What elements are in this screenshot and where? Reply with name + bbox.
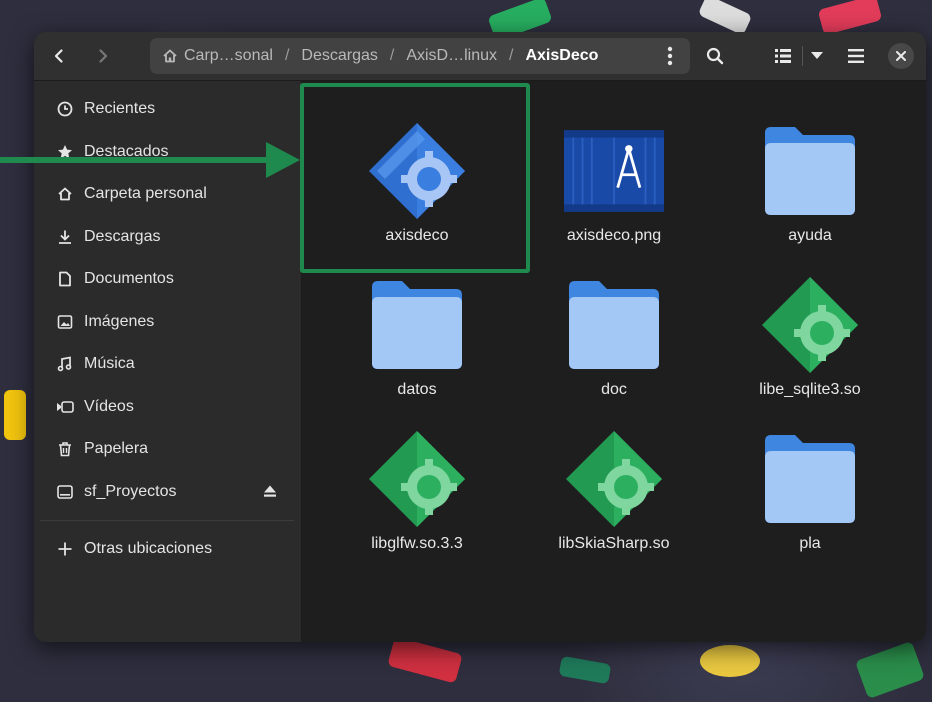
plus-icon — [56, 540, 74, 558]
sidebar-divider — [40, 520, 294, 521]
annotation-arrow — [0, 142, 300, 178]
background-decoration — [387, 636, 463, 684]
folder-icon — [760, 429, 860, 529]
file-item-libe-sqlite3[interactable]: libe_sqlite3.so — [712, 269, 908, 419]
view-options-button[interactable] — [804, 40, 830, 72]
file-item-axisdeco-png[interactable]: axisdeco.png — [516, 115, 712, 265]
sidebar-item-otras-ubicaciones[interactable]: Otras ubicaciones — [34, 529, 301, 569]
library-icon — [564, 429, 664, 529]
sidebar-item-label: Imágenes — [84, 313, 155, 330]
back-button[interactable] — [42, 40, 76, 72]
background-decoration — [854, 640, 926, 700]
search-button[interactable] — [698, 40, 732, 72]
sidebar-item-recientes[interactable]: Recientes — [34, 89, 301, 129]
sidebar-item-label: Documentos — [84, 270, 174, 287]
breadcrumb-home[interactable]: Carp…sonal — [162, 47, 273, 65]
file-item-doc[interactable]: doc — [516, 269, 712, 419]
sidebar-item-descargas[interactable]: Descargas — [34, 217, 301, 257]
kebab-menu-icon — [667, 46, 673, 66]
file-item-libskiasharp[interactable]: libSkiaSharp.so — [516, 423, 712, 573]
sidebar-item-papelera[interactable]: Papelera — [34, 429, 301, 469]
highlight-box — [300, 83, 530, 273]
list-view-icon — [775, 49, 791, 63]
folder-icon — [564, 275, 664, 375]
chevron-right-icon — [99, 49, 108, 63]
close-button[interactable] — [888, 43, 914, 69]
file-name: ayuda — [788, 227, 832, 244]
file-name: doc — [601, 381, 627, 398]
home-icon — [56, 185, 74, 203]
forward-button[interactable] — [86, 40, 120, 72]
file-item-ayuda[interactable]: ayuda — [712, 115, 908, 265]
close-icon — [896, 51, 906, 61]
chevron-left-icon — [54, 49, 63, 63]
sidebar-item-label: Descargas — [84, 228, 161, 245]
background-decoration — [817, 0, 883, 36]
eject-icon[interactable] — [263, 484, 277, 503]
sidebar-item-imagenes[interactable]: Imágenes — [34, 302, 301, 342]
file-name: datos — [397, 381, 437, 398]
path-bar: Carp…sonal / Descargas / AxisD…linux / A… — [150, 38, 690, 74]
file-name: libglfw.so.3.3 — [371, 535, 463, 552]
breadcrumb-label: AxisD…linux — [406, 47, 498, 64]
sidebar-item-videos[interactable]: Vídeos — [34, 387, 301, 427]
background-decoration — [697, 0, 753, 36]
file-name: libSkiaSharp.so — [558, 535, 670, 552]
file-name: axisdeco.png — [566, 227, 662, 244]
file-name: libe_sqlite3.so — [759, 381, 861, 398]
breadcrumb-descargas[interactable]: Descargas — [301, 47, 377, 65]
folder-icon — [760, 121, 860, 221]
music-icon — [56, 355, 74, 373]
library-icon — [367, 429, 467, 529]
sidebar-item-label: Música — [84, 355, 135, 372]
trash-icon — [56, 440, 74, 458]
breadcrumb-label: Carp…sonal — [184, 47, 273, 64]
file-item-pla[interactable]: pla — [712, 423, 908, 573]
background-decoration — [700, 645, 760, 677]
image-thumbnail — [564, 121, 664, 221]
file-name: pla — [799, 535, 821, 552]
breadcrumb-label: Descargas — [301, 47, 378, 64]
file-item-libglfw[interactable]: libglfw.so.3.3 — [319, 423, 515, 573]
document-icon — [56, 270, 74, 288]
breadcrumb-separator: / — [284, 47, 290, 64]
sidebar-item-label: Otras ubicaciones — [84, 540, 213, 557]
breadcrumb-current[interactable]: AxisDeco — [525, 47, 598, 65]
home-icon — [163, 49, 177, 63]
sidebar-item-label: Recientes — [84, 100, 156, 117]
download-icon — [56, 228, 74, 246]
image-icon — [56, 313, 74, 331]
breadcrumb-separator: / — [389, 47, 395, 64]
library-icon — [760, 275, 860, 375]
video-icon — [56, 398, 74, 416]
sidebar-item-label: Papelera — [84, 440, 149, 457]
clock-icon — [56, 100, 74, 118]
drive-icon — [56, 483, 74, 501]
breadcrumb-separator: / — [509, 47, 514, 64]
view-toggle-button[interactable] — [769, 40, 797, 72]
sidebar-item-label: sf_Proyectos — [84, 483, 177, 500]
main-menu-button[interactable] — [839, 40, 873, 72]
file-item-datos[interactable]: datos — [319, 269, 515, 419]
background-decoration — [4, 390, 26, 440]
folder-icon — [367, 275, 467, 375]
hamburger-menu-icon — [848, 49, 864, 63]
breadcrumb-axisd-linux[interactable]: AxisD…linux — [406, 47, 497, 65]
background-decoration — [558, 655, 612, 685]
sidebar-item-musica[interactable]: Música — [34, 344, 301, 384]
breadcrumb-label: AxisDeco — [525, 47, 599, 64]
sidebar-item-label: Carpeta personal — [84, 185, 207, 202]
headerbar: Carp…sonal / Descargas / AxisD…linux / A… — [34, 32, 926, 81]
sidebar-item-label: Vídeos — [84, 398, 134, 415]
path-menu-button[interactable] — [658, 42, 682, 70]
sidebar-item-sf-proyectos[interactable]: sf_Proyectos — [34, 472, 301, 512]
search-icon — [706, 47, 724, 65]
sidebar-item-documentos[interactable]: Documentos — [34, 259, 301, 299]
button-divider — [802, 46, 803, 66]
dropdown-icon — [811, 52, 823, 59]
